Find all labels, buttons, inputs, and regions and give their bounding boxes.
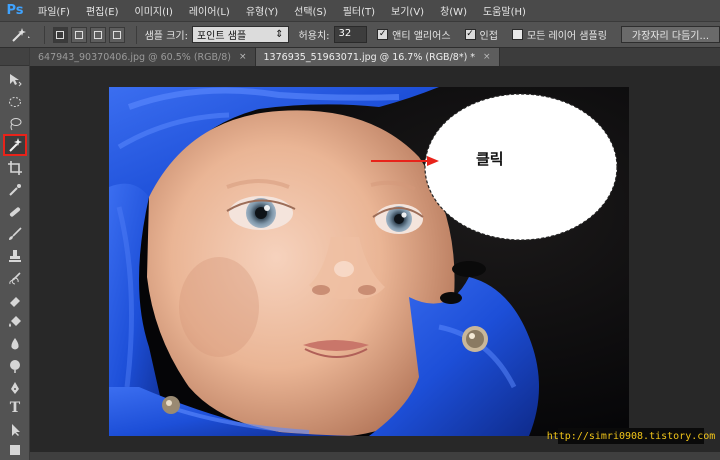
antialias-option[interactable]: ✓ 앤티 앨리어스 [377, 27, 454, 42]
dodge-tool[interactable] [3, 356, 27, 376]
photoshop-logo: Ps [6, 3, 24, 18]
toolbox: T [0, 48, 30, 460]
sample-size-value: 포인트 샘플 [196, 31, 247, 42]
bandage-icon [9, 207, 21, 217]
magic-wand-icon [9, 138, 22, 152]
contiguous-option[interactable]: ✓ 인접 [464, 27, 502, 42]
intersect-selection-icon [112, 30, 121, 39]
intersect-selection-button[interactable] [108, 26, 125, 43]
brush-icon [9, 227, 22, 240]
sample-size-select[interactable]: 포인트 샘플 ⇕ [191, 26, 289, 43]
arrow-icon [12, 424, 20, 436]
clone-stamp-tool[interactable] [3, 246, 27, 266]
dodge-icon [10, 360, 20, 373]
shape-tool[interactable] [3, 440, 27, 460]
menu-edit[interactable]: 편집(E) [78, 3, 127, 18]
eraser-icon [10, 297, 20, 307]
tolerance-input[interactable]: 32 [333, 26, 368, 43]
history-brush-tool[interactable] [3, 268, 27, 288]
new-selection-icon [56, 30, 65, 39]
menu-help[interactable]: 도움말(H) [475, 3, 534, 18]
menu-layer[interactable]: 레이어(L) [181, 3, 238, 18]
type-icon: T [9, 400, 21, 416]
crop-icon [8, 161, 22, 175]
move-icon [10, 74, 22, 87]
close-icon[interactable]: × [483, 52, 491, 62]
subtract-selection-icon [93, 30, 102, 39]
stamp-icon [9, 250, 21, 262]
bucket-icon [9, 316, 21, 327]
eyedropper-tool[interactable] [3, 180, 27, 200]
shape-icon [10, 445, 20, 455]
path-selection-tool[interactable] [3, 420, 27, 440]
callout-text: 클릭 [476, 150, 504, 168]
add-selection-button[interactable] [71, 26, 88, 43]
subtract-selection-button[interactable] [90, 26, 106, 43]
toolbox-grip[interactable] [0, 48, 29, 66]
brush-tool[interactable] [3, 224, 27, 244]
callout-bubble [371, 93, 618, 304]
canvas-area[interactable] [30, 66, 720, 460]
blur-tool[interactable] [3, 334, 27, 354]
menu-select[interactable]: 선택(S) [286, 3, 335, 18]
contiguous-checkbox[interactable]: ✓ [464, 29, 476, 40]
menu-image[interactable]: 이미지(I) [127, 3, 181, 18]
status-bar [30, 452, 720, 460]
contiguous-label: 인접 [479, 31, 498, 42]
separator [135, 25, 137, 44]
history-brush-icon [9, 272, 21, 285]
menu-filter[interactable]: 필터(T) [335, 3, 383, 18]
lasso-tool[interactable] [3, 114, 27, 134]
new-selection-button[interactable] [52, 26, 69, 43]
separator [43, 25, 45, 44]
refine-edge-button[interactable]: 가장자리 다듬기... [620, 26, 720, 43]
all-layers-checkbox[interactable] [511, 29, 523, 40]
drop-icon [11, 338, 19, 350]
antialias-label: 앤티 앨리어스 [392, 31, 451, 42]
move-tool[interactable] [3, 70, 27, 90]
watermark-url: http://simri0908.tistory.com [547, 428, 715, 444]
menu-view[interactable]: 보기(V) [383, 3, 432, 18]
magic-wand-icon [12, 27, 30, 42]
paint-bucket-tool[interactable] [3, 312, 27, 332]
menu-file[interactable]: 파일(F) [30, 3, 78, 18]
ellipse-marquee-icon [9, 97, 21, 107]
document-tabs: 647943_90370406.jpg @ 60.5% (RGB/8) × 13… [30, 48, 720, 66]
add-selection-icon [75, 30, 84, 39]
close-icon[interactable]: × [239, 52, 247, 62]
all-layers-option[interactable]: 모든 레이어 샘플링 [511, 27, 611, 42]
tab-document-2[interactable]: 1376935_51963071.jpg @ 16.7% (RGB/8*) * … [255, 48, 500, 66]
eyedropper-icon [9, 184, 21, 196]
pen-icon [11, 382, 19, 394]
all-layers-label: 모든 레이어 샘플링 [526, 31, 607, 42]
tab-label: 1376935_51963071.jpg @ 16.7% (RGB/8*) * [263, 51, 476, 63]
tab-label: 647943_90370406.jpg @ 60.5% (RGB/8) [38, 51, 231, 63]
tab-document-1[interactable]: 647943_90370406.jpg @ 60.5% (RGB/8) × [30, 48, 256, 66]
healing-brush-tool[interactable] [3, 202, 27, 222]
magic-wand-tool[interactable] [3, 134, 27, 156]
tool-preset-picker[interactable] [6, 25, 36, 45]
sample-size-label: 샘플 크기: [144, 31, 188, 42]
tolerance-label: 허용치: [298, 31, 330, 42]
menu-bar: Ps 파일(F) 편집(E) 이미지(I) 레이어(L) 유형(Y) 선택(S)… [0, 0, 720, 22]
menu-window[interactable]: 창(W) [432, 3, 475, 18]
marquee-tool[interactable] [3, 92, 27, 112]
type-tool[interactable]: T [3, 398, 27, 418]
crop-tool[interactable] [3, 158, 27, 178]
menu-type[interactable]: 유형(Y) [238, 3, 286, 18]
pen-tool[interactable] [3, 378, 27, 398]
lasso-icon [10, 118, 22, 131]
document-image[interactable] [109, 87, 629, 436]
options-bar: 샘플 크기: 포인트 샘플 ⇕ 허용치: 32 ✓ 앤티 앨리어스 ✓ 인접 모… [0, 22, 720, 48]
antialias-checkbox[interactable]: ✓ [377, 29, 389, 40]
eraser-tool[interactable] [3, 290, 27, 310]
updown-icon: ⇕ [275, 29, 284, 40]
